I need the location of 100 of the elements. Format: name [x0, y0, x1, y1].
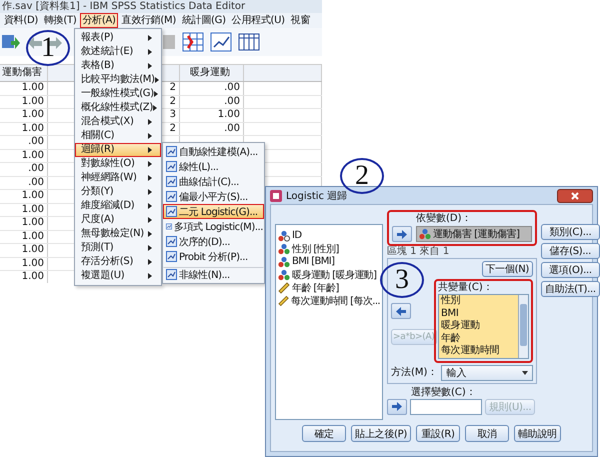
- variable-name: 暖身運動 [暖身運動]: [292, 268, 376, 282]
- menu-item[interactable]: 表格(B): [75, 59, 161, 73]
- menu-item[interactable]: 曲線估計(C)...: [163, 174, 264, 189]
- menu-item[interactable]: 對數線性(O): [75, 157, 161, 171]
- variable-name: 每次運動時間 [每次...: [291, 294, 380, 308]
- dialog-button[interactable]: 類別(C)...: [541, 224, 600, 240]
- step-marker: 1: [26, 30, 70, 66]
- submenu-arrow-icon: [148, 161, 152, 167]
- menu-item[interactable]: 統計圖(G): [180, 13, 228, 28]
- submenu-arrow-icon: [148, 245, 152, 251]
- menu-item[interactable]: 次序的(D)...: [163, 234, 264, 249]
- menu-item[interactable]: 維度縮減(D): [75, 199, 161, 213]
- menu-item[interactable]: 視窗: [288, 13, 312, 28]
- submenu-arrow-icon: [148, 203, 152, 209]
- dialog-button[interactable]: 儲存(S)...: [541, 243, 600, 259]
- menu-item[interactable]: 非線性(N)...: [163, 267, 264, 282]
- method-dropdown[interactable]: 輸入: [441, 364, 533, 380]
- table-cell: .00: [0, 136, 48, 148]
- dialog-button[interactable]: 取消: [464, 425, 509, 442]
- arrow-icon: [396, 306, 406, 316]
- move-button[interactable]: [391, 303, 411, 319]
- table-cell: 1.00: [0, 190, 48, 202]
- menu-item[interactable]: 分類(Y): [75, 185, 161, 199]
- menu-item[interactable]: 偏最小平方(S)...: [163, 189, 264, 204]
- menu-item[interactable]: 神經網路(W): [75, 171, 161, 185]
- menu-item[interactable]: 尺度(A): [75, 213, 161, 227]
- chart-icon: [166, 161, 177, 172]
- dialog-button[interactable]: 輔助說明: [514, 425, 561, 442]
- menu-item[interactable]: 多項式 Logistic(M)...: [163, 219, 264, 234]
- submenu-arrow-icon: [148, 217, 152, 223]
- menu-item[interactable]: 複選題(U): [75, 269, 161, 283]
- block-label: 區塊 1 來自 1: [387, 246, 450, 258]
- menu-item[interactable]: 線性(L)...: [163, 159, 264, 174]
- dialog-button[interactable]: 自助法(T)...: [541, 281, 600, 297]
- grid-icon[interactable]: [182, 32, 204, 52]
- next-button[interactable]: 下一個(N): [482, 261, 533, 277]
- move-button[interactable]: [392, 226, 412, 242]
- menu-item[interactable]: 敘述統計(E): [75, 45, 161, 59]
- dialog-button[interactable]: 重設(R): [416, 425, 460, 442]
- menu-item[interactable]: 報表(P): [75, 31, 161, 45]
- table-cell: 1.00: [0, 150, 48, 162]
- submenu-arrow-icon: [148, 49, 152, 55]
- import-icon[interactable]: [2, 33, 20, 51]
- submenu-arrow-icon: [154, 77, 159, 83]
- table-cell: 1.00: [0, 204, 48, 216]
- dependent-field[interactable]: 運動傷害 [運動傷害]: [416, 226, 532, 242]
- covariate-item[interactable]: 暖身運動: [439, 320, 518, 332]
- dialog-button[interactable]: 貼上之後(P): [351, 425, 411, 442]
- variable-item[interactable]: ID: [278, 229, 380, 242]
- variable-item[interactable]: 年齡 [年齡]: [278, 281, 380, 294]
- covariate-item[interactable]: BMI: [439, 308, 518, 320]
- variable-item[interactable]: 每次運動時間 [每次...: [278, 294, 380, 307]
- menu-item[interactable]: 分析(A): [80, 13, 118, 28]
- table-cell: 1.00: [0, 82, 48, 94]
- table-cell: 1.00: [0, 109, 48, 122]
- menu-item[interactable]: 迴歸(R): [75, 143, 161, 157]
- menu-item[interactable]: 預測(T): [75, 241, 161, 255]
- dependent-label: 依變數(D)：: [416, 213, 473, 225]
- balls-icon: [278, 242, 290, 254]
- menu-item[interactable]: 直效行銷(M): [120, 13, 178, 28]
- menu-item[interactable]: 轉換(T): [42, 13, 78, 28]
- scrollbar[interactable]: [518, 295, 528, 358]
- chart-icon: [166, 146, 177, 157]
- variable-item[interactable]: 性別 [性別]: [278, 242, 380, 255]
- close-button[interactable]: [557, 188, 593, 202]
- dialog-button[interactable]: 選項(O)...: [541, 262, 600, 278]
- menu-item[interactable]: Probit 分析(P)...: [163, 249, 264, 264]
- menu-item[interactable]: 公用程式(U): [230, 13, 287, 28]
- covariate-item[interactable]: 每次運動時間: [439, 345, 518, 358]
- chart-icon: [166, 176, 177, 187]
- covariate-item[interactable]: 性別: [439, 295, 518, 308]
- table-icon[interactable]: [238, 33, 260, 51]
- table-cell: 1.00: [0, 230, 48, 243]
- selection-field[interactable]: [410, 398, 482, 414]
- submenu-arrow-icon: [152, 105, 157, 111]
- column-header[interactable]: 運動傷害: [0, 65, 48, 81]
- chart-icon[interactable]: [210, 32, 232, 52]
- field-value: 運動傷害 [運動傷害]: [433, 228, 520, 241]
- menu-item[interactable]: 存活分析(S): [75, 255, 161, 269]
- close-icon: [571, 192, 579, 200]
- submenu-arrow-icon: [148, 231, 152, 237]
- column-header[interactable]: 暖身運動: [180, 65, 244, 81]
- ruler-icon: [278, 294, 290, 306]
- selection-label: 選擇變數(C)：: [410, 386, 477, 398]
- variable-name: 性別 [性別]: [292, 242, 339, 256]
- table-cell: .00: [0, 163, 48, 176]
- table-cell: .00: [0, 176, 48, 189]
- variable-item[interactable]: 暖身運動 [暖身運動]: [278, 268, 380, 281]
- variable-item[interactable]: BMI [BMI]: [278, 255, 380, 268]
- move-button[interactable]: [387, 398, 407, 414]
- menu-item[interactable]: 無母數檢定(N): [75, 227, 161, 241]
- covariate-item[interactable]: 年齡: [439, 332, 518, 345]
- variable-name: ID: [292, 230, 302, 241]
- table-cell: 1.00: [0, 258, 48, 270]
- table-cell: 1.00: [0, 217, 48, 230]
- table-cell: .00: [180, 96, 244, 108]
- menu-item[interactable]: 二元 Logistic(G)...: [163, 204, 264, 219]
- dialog-button[interactable]: 確定: [302, 425, 346, 442]
- menu-item[interactable]: 自動線性建模(A)...: [163, 144, 264, 159]
- menu-item[interactable]: 資料(D): [2, 13, 40, 28]
